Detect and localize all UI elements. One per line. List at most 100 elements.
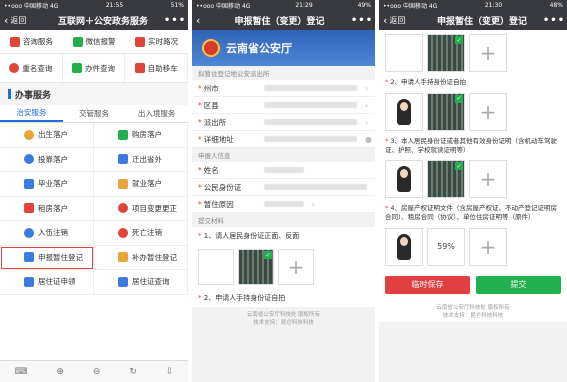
add-image-button[interactable]: +	[278, 249, 314, 285]
chevron-right-icon: ›	[311, 199, 315, 209]
screen-service-menu: ••ooo 中国移动 4G 21:55 51% ‹ 返回 互联网＋公安政务服务 •…	[0, 0, 188, 382]
footer: 云南省公安厅科技处 版权所有 技术支持：昆仑科技科技	[436, 304, 510, 319]
check-icon: ✓	[455, 36, 463, 44]
back-button[interactable]: ‹	[192, 15, 210, 26]
add-image-button[interactable]: +	[469, 227, 507, 266]
upload-slot-empty[interactable]	[385, 34, 423, 72]
uploaded-image[interactable]: ✓	[238, 249, 274, 285]
service-item[interactable]: 死亡注销	[94, 221, 188, 246]
upload-caption: * 2、申请人手持身份证自拍	[192, 289, 375, 307]
screen-registration-form: ••ooo 中国移动 4G 21:29 49% ‹ 申报暂住（变更）登记 •••…	[192, 0, 375, 382]
service-item[interactable]: 投靠落户	[0, 147, 94, 172]
footer: 云南省公安厅科技处 版权所有 技术支持：昆仑科技科技	[246, 312, 321, 326]
selfie-photo[interactable]	[385, 160, 423, 199]
quick-item-traffic[interactable]: 实时路况	[125, 30, 188, 53]
chat-icon	[9, 36, 20, 47]
person-icon	[397, 166, 411, 193]
field-address[interactable]: * 详细地址 ●	[192, 131, 375, 148]
add-image-button[interactable]: +	[469, 34, 507, 72]
query-case[interactable]: 办件查询	[63, 54, 126, 82]
uploaded-image[interactable]: ✓	[427, 160, 465, 199]
check-icon: ✓	[264, 251, 272, 259]
quick-item-wechat-alarm[interactable]: 微信报警	[63, 30, 126, 53]
submit-button[interactable]: 提交	[476, 275, 561, 294]
service-item[interactable]: 就业落户	[94, 172, 188, 197]
page-title: 申报暂住（变更）登记	[234, 16, 325, 27]
section-header: 办事服务	[0, 83, 188, 105]
plus-icon: +	[479, 234, 497, 259]
query-row: 重名查询 办件查询 自助移车	[0, 54, 188, 83]
status-bar: ••ooo 中国移动 4G 21:30 48%	[379, 0, 567, 10]
more-menu-button[interactable]: •••	[541, 15, 567, 26]
field-reason[interactable]: * 暂住原因 ›	[192, 196, 375, 213]
self-move-car[interactable]: 自助移车	[125, 54, 188, 82]
service-item[interactable]: 补办暂住登记	[94, 245, 188, 270]
upload-caption: * 1、请人居民身份证正面、反面	[192, 227, 375, 245]
service-grid: 出生落户 购房落户 投靠落户 迁出省外 毕业落户 就业落户 租房落户 项目变更更…	[0, 123, 188, 295]
selfie-photo[interactable]	[385, 227, 423, 266]
screen-upload-materials: ••ooo 中国移动 4G 21:30 48% ‹ 返回 申报暂住（变更）登记 •…	[379, 0, 567, 382]
chevron-right-icon: ›	[365, 83, 369, 93]
refresh-icon[interactable]: ↻	[129, 367, 137, 377]
service-item[interactable]: 项目变更更正	[94, 196, 188, 221]
field-city[interactable]: * 州市 ›	[192, 80, 375, 97]
chevron-left-icon: ‹	[383, 13, 388, 27]
card-icon	[24, 276, 34, 287]
doc-search-icon	[71, 63, 82, 73]
tab-public-security[interactable]: 治安服务	[0, 105, 63, 122]
service-item[interactable]: 居住证申领	[0, 270, 94, 295]
quick-item-consult[interactable]: 咨询服务	[0, 30, 63, 53]
uploaded-image[interactable]: ✓	[427, 92, 465, 131]
service-item[interactable]: 出生落户	[0, 123, 94, 148]
tab-immigration[interactable]: 出入境服务	[125, 105, 188, 122]
tab-traffic[interactable]: 交管服务	[63, 105, 126, 122]
add-image-button[interactable]: +	[469, 160, 507, 199]
house-key-icon	[24, 203, 34, 214]
chevron-right-icon: ›	[365, 117, 369, 127]
nav-bar: ‹ 返回 互联网＋公安政务服务 •••	[0, 10, 188, 30]
zoom-in-icon[interactable]: ⊕	[56, 367, 64, 377]
field-station[interactable]: * 派出所 ›	[192, 114, 375, 131]
field-name[interactable]: * 姓名	[192, 162, 375, 179]
upload-slot-empty[interactable]	[198, 249, 234, 285]
service-item[interactable]: 购房落户	[94, 123, 188, 148]
nav-bar: ‹ 返回 申报暂住（变更）登记 •••	[379, 10, 567, 30]
back-button[interactable]: ‹ 返回	[0, 15, 44, 26]
clear-icon: ●	[365, 134, 372, 144]
more-menu-button[interactable]: •••	[162, 15, 188, 26]
uploaded-image[interactable]: ✓	[427, 34, 465, 72]
upload-row: ✓ +	[379, 30, 567, 76]
temp-save-button[interactable]: 临时保存	[385, 275, 470, 294]
soldier-icon	[24, 227, 34, 238]
back-button[interactable]: ‹ 返回	[379, 15, 423, 26]
group-header: 拟暂住登记地公安派出所	[192, 66, 375, 80]
add-image-button[interactable]: +	[469, 92, 507, 131]
service-item[interactable]: 入伍注销	[0, 221, 94, 246]
upload-caption: * 3、本人居民身份证或者其他有效身份证明（含机动车驾驶证、护照、学校就读证明等…	[385, 136, 557, 154]
battery-label: 51%	[170, 1, 184, 9]
field-id-number[interactable]: * 公民身份证	[192, 179, 375, 196]
zoom-out-icon[interactable]: ⊖	[93, 367, 101, 377]
plus-icon: +	[479, 41, 497, 65]
check-icon: ✓	[455, 162, 463, 171]
quick-links: 咨询服务 微信报警 实时路况	[0, 30, 188, 54]
service-item[interactable]: 毕业落户	[0, 172, 94, 197]
download-icon[interactable]: ⇩	[166, 367, 174, 377]
query-duplicate-name[interactable]: 重名查询	[0, 54, 63, 82]
service-item[interactable]: 租房落户	[0, 196, 94, 221]
check-icon: ✓	[455, 94, 463, 103]
service-item[interactable]: 迁出省外	[94, 147, 188, 172]
keyboard-icon[interactable]: ⌨	[14, 367, 27, 377]
more-menu-button[interactable]: •••	[349, 15, 375, 26]
chevron-right-icon: ›	[365, 100, 369, 110]
heart-icon	[118, 227, 128, 238]
field-district[interactable]: * 区县 ›	[192, 97, 375, 114]
building-icon	[118, 129, 128, 140]
alarm-icon	[72, 36, 83, 47]
status-bar: ••ooo 中国移动 4G 21:55 51%	[0, 0, 188, 10]
selfie-photo[interactable]	[385, 92, 423, 131]
service-item-temp-residence[interactable]: 申报暂住登记	[0, 245, 94, 270]
carrier-label: ••ooo 中国移动 4G	[4, 2, 59, 10]
service-item[interactable]: 居住证查询	[94, 270, 188, 295]
briefcase-icon	[118, 178, 128, 189]
